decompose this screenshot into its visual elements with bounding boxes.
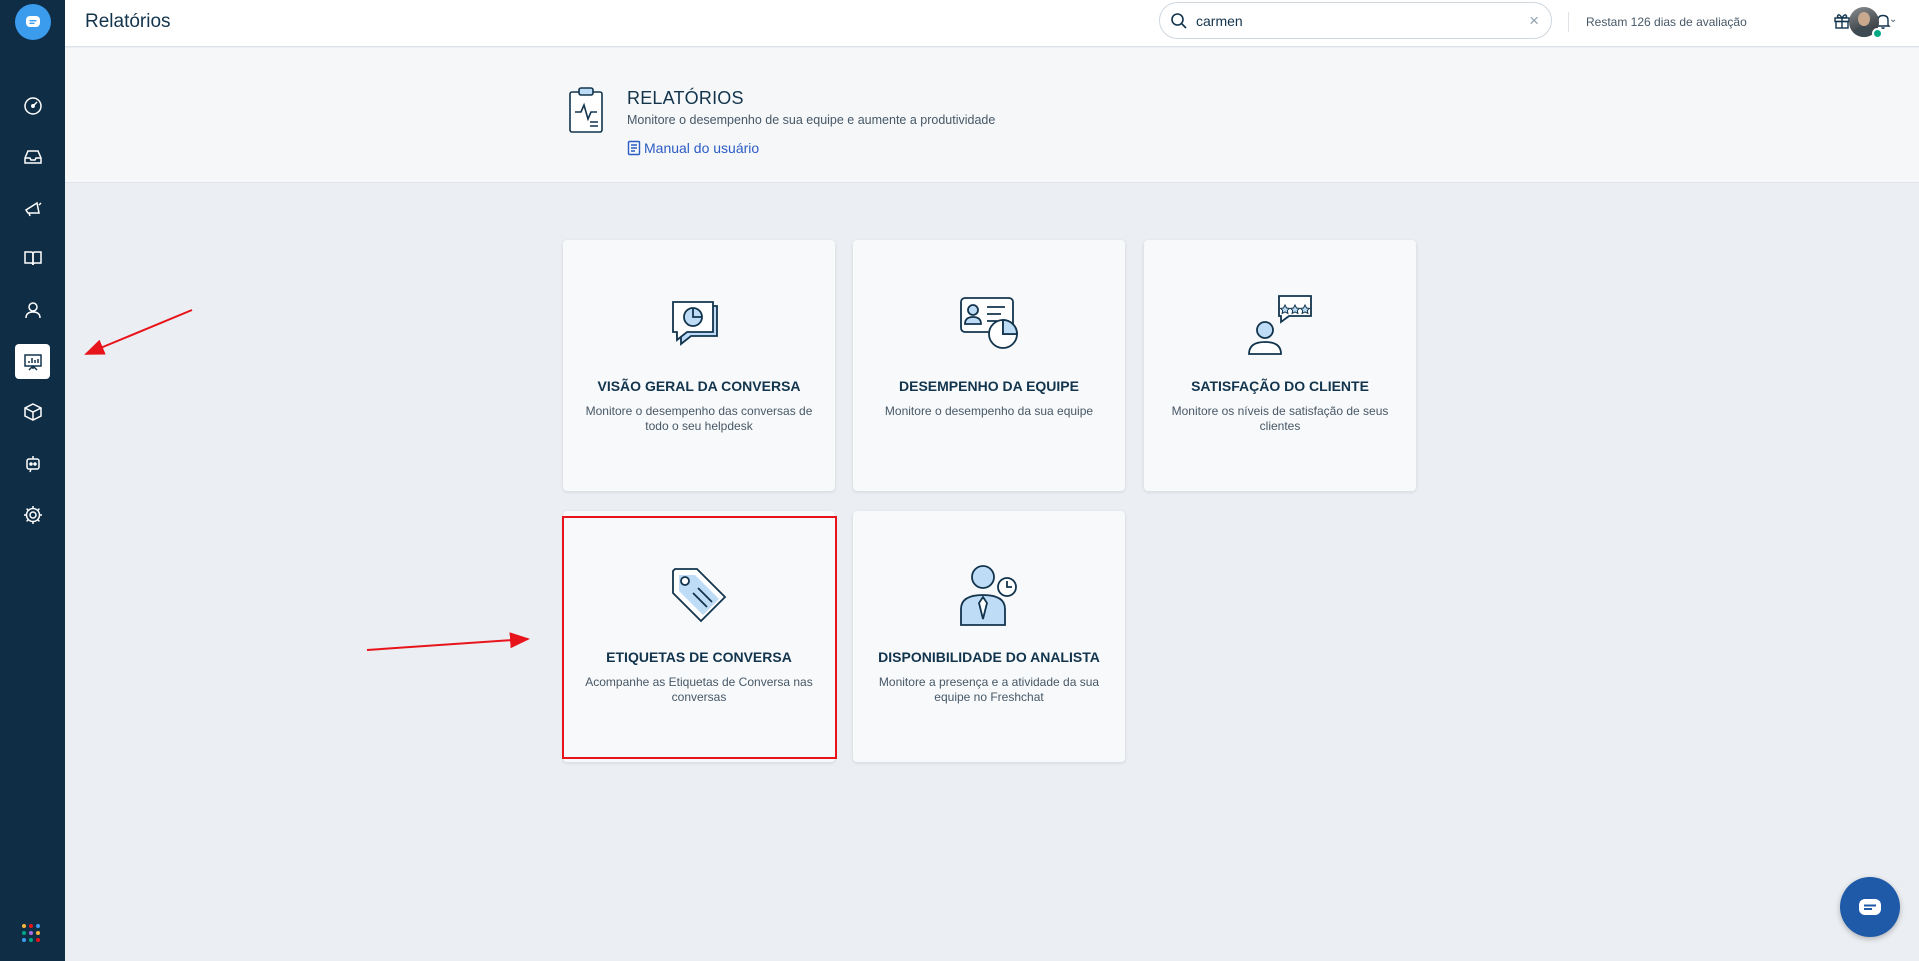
annotation-arrow-card xyxy=(366,632,530,651)
annotation-arrow-sidebar xyxy=(84,309,193,355)
clear-search-icon[interactable]: × xyxy=(1529,11,1539,31)
search-input[interactable] xyxy=(1196,10,1516,32)
card-title: DISPONIBILIDADE DO ANALISTA xyxy=(878,649,1100,665)
card-title: VISÃO GERAL DA CONVERSA xyxy=(597,378,801,394)
hero-subtitle: Monitore o desempenho de sua equipe e au… xyxy=(627,113,996,127)
search-icon xyxy=(1171,13,1187,29)
chat-widget-button[interactable] xyxy=(1840,877,1900,937)
inbox-tray-icon xyxy=(23,149,42,164)
cube-icon xyxy=(23,402,42,421)
card-description: Monitore a presença e a atividade da sua… xyxy=(878,675,1100,704)
search-box[interactable]: × xyxy=(1159,2,1552,39)
presence-status-icon xyxy=(1872,28,1883,39)
conversation-chart-icon xyxy=(563,292,835,356)
tag-icon xyxy=(563,563,835,627)
card-title: DESEMPENHO DA EQUIPE xyxy=(899,378,1079,394)
page-title: Relatórios xyxy=(85,11,171,32)
hero-title: RELATÓRIOS xyxy=(627,88,744,108)
card-description: Acompanhe as Etiquetas de Conversa nas c… xyxy=(585,675,813,704)
chat-bubble-icon xyxy=(1859,899,1881,915)
book-icon xyxy=(23,250,42,265)
gear-icon xyxy=(23,505,42,524)
sidebar-item-integrations[interactable] xyxy=(15,394,50,429)
sidebar-item-bots[interactable] xyxy=(15,446,50,481)
card-description: Monitore o desempenho das conversas de t… xyxy=(585,404,813,433)
user-manual-link-label: Manual do usuário xyxy=(644,140,760,156)
sidebar-item-settings[interactable] xyxy=(15,497,50,532)
reports-hero: RELATÓRIOS Monitore o desempenho de sua … xyxy=(65,48,1919,183)
bot-icon xyxy=(25,455,40,472)
megaphone-icon xyxy=(24,201,42,216)
report-card-team-performance[interactable]: DESEMPENHO DA EQUIPE Monitore o desempen… xyxy=(853,240,1125,491)
card-title: ETIQUETAS DE CONVERSA xyxy=(606,649,792,665)
report-card-agent-availability[interactable]: DISPONIBILIDADE DO ANALISTA Monitore a p… xyxy=(853,511,1125,762)
agent-clock-icon xyxy=(853,563,1125,627)
apps-grid-icon[interactable] xyxy=(22,924,40,942)
card-description: Monitore o desempenho da sua equipe xyxy=(884,404,1094,418)
card-description: Monitore os níveis de satisfação de seus… xyxy=(1171,404,1389,433)
team-performance-icon xyxy=(853,292,1125,356)
customer-rating-icon xyxy=(1144,292,1416,356)
sidebar-item-campaigns[interactable] xyxy=(15,190,50,225)
freshchat-logo-icon[interactable] xyxy=(15,4,51,40)
report-card-conversation-overview[interactable]: VISÃO GERAL DA CONVERSA Monitore o desem… xyxy=(563,240,835,491)
user-manual-link[interactable]: Manual do usuário xyxy=(627,140,759,156)
clipboard-report-icon xyxy=(568,86,604,139)
manual-book-icon xyxy=(627,140,641,156)
sidebar xyxy=(0,0,65,961)
person-icon xyxy=(24,301,41,318)
header-divider xyxy=(1568,12,1569,32)
presentation-chart-icon xyxy=(23,353,42,371)
sidebar-item-inbox[interactable] xyxy=(15,139,50,174)
card-title: SATISFAÇÃO DO CLIENTE xyxy=(1191,378,1369,394)
report-card-conversation-labels[interactable]: ETIQUETAS DE CONVERSA Acompanhe as Etiqu… xyxy=(563,511,835,762)
top-header: Relatórios × Restam 126 dias de avaliaçã… xyxy=(65,0,1919,47)
sidebar-item-reports[interactable] xyxy=(15,344,50,379)
chevron-down-icon[interactable]: ⌄ xyxy=(1889,14,1897,25)
trial-remaining-text[interactable]: Restam 126 dias de avaliação xyxy=(1586,15,1747,29)
dashboard-gauge-icon xyxy=(23,96,42,115)
sidebar-item-dashboard[interactable] xyxy=(15,88,50,123)
sidebar-item-knowledge-base[interactable] xyxy=(15,240,50,275)
report-card-customer-satisfaction[interactable]: SATISFAÇÃO DO CLIENTE Monitore os níveis… xyxy=(1144,240,1416,491)
sidebar-item-contacts[interactable] xyxy=(15,292,50,327)
